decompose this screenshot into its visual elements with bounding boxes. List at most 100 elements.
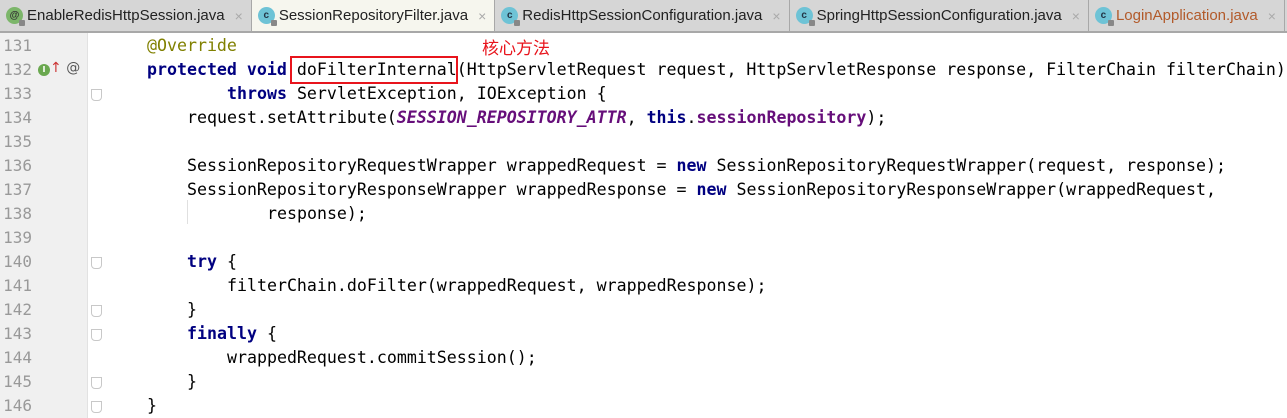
code-line: 144 wrappedRequest.commitSession();: [0, 346, 1287, 370]
code-token: try: [187, 252, 227, 271]
code-line: 134 request.setAttribute(SESSION_REPOSITO…: [0, 106, 1287, 130]
fold-marker-icon[interactable]: [91, 257, 102, 269]
tab-enableredishttpsession[interactable]: @ EnableRedisHttpSession.java ×: [0, 0, 252, 31]
line-number[interactable]: 136: [0, 154, 32, 178]
class-icon: c: [257, 7, 277, 26]
line-number[interactable]: 144: [0, 346, 32, 370]
code-token: }: [187, 372, 197, 391]
code-line: 145}: [0, 370, 1287, 394]
close-icon[interactable]: ×: [1072, 8, 1080, 24]
code-line: 135: [0, 130, 1287, 154]
annotation-icon: @: [6, 7, 25, 26]
line-number[interactable]: 142: [0, 298, 32, 322]
code-token: }: [187, 300, 197, 319]
code-token: sessionRepository: [696, 108, 867, 127]
code-text: throws ServletException, IOException {: [227, 82, 607, 106]
annotation-note: 核心方法: [482, 39, 550, 59]
code-token: wrappedRequest.commitSession();: [227, 348, 537, 367]
tab-label: EnableRedisHttpSession.java: [27, 7, 225, 24]
tab-label: LoginApplication.java: [1115, 7, 1258, 24]
close-icon[interactable]: ×: [772, 8, 780, 24]
code-text: }: [147, 394, 157, 418]
code-line: 142}: [0, 298, 1287, 322]
close-icon[interactable]: ×: [235, 8, 243, 24]
code-line: 136 SessionRepositoryRequestWrapper wrapp…: [0, 154, 1287, 178]
code-text: SessionRepositoryResponseWrapper wrapped…: [187, 178, 1216, 202]
code-text: finally {: [187, 322, 277, 346]
code-token: }: [147, 396, 157, 415]
code-token: new: [696, 180, 737, 199]
code-line: 131 @Override: [0, 34, 1287, 58]
code-line: 138 response);: [0, 202, 1287, 226]
line-number[interactable]: 145: [0, 370, 32, 394]
fold-marker-icon[interactable]: [91, 401, 102, 413]
class-icon: c: [501, 7, 521, 26]
line-number[interactable]: 137: [0, 178, 32, 202]
implements-icon[interactable]: I: [38, 64, 50, 76]
line-number[interactable]: 133: [0, 82, 32, 106]
code-token: finally: [187, 324, 267, 343]
tab-sessionrepositoryfilter[interactable]: c SessionRepositoryFilter.java ×: [251, 0, 496, 31]
code-line: 141 filterChain.doFilter(wrappedRequest, …: [0, 274, 1287, 298]
code-token: throws: [227, 84, 297, 103]
tab-label: SessionRepositoryFilter.java: [278, 7, 469, 24]
code-token: ServletException, IOException {: [296, 84, 607, 103]
line-number[interactable]: 143: [0, 322, 32, 346]
code-line: 143 finally {: [0, 322, 1287, 346]
line-number[interactable]: 135: [0, 130, 32, 154]
code-line: 140 try {: [0, 250, 1287, 274]
code-token: new: [676, 156, 717, 175]
close-icon[interactable]: ×: [1268, 8, 1276, 24]
code-token: {: [226, 252, 237, 271]
code-token: SessionRepositoryRequestWrapper(request,…: [716, 156, 1227, 175]
code-text: @Override: [147, 34, 237, 58]
code-token: ,: [626, 108, 647, 127]
tab-redishttpsessionconfiguration[interactable]: c RedisHttpSessionConfiguration.java ×: [495, 0, 790, 31]
code-text: }: [187, 370, 197, 394]
line-number[interactable]: 139: [0, 226, 32, 250]
code-text: }: [187, 298, 197, 322]
line-number[interactable]: 134: [0, 106, 32, 130]
code-token: SessionRepositoryResponseWrapper(wrapped…: [736, 180, 1217, 199]
line-number[interactable]: 141: [0, 274, 32, 298]
code-text: filterChain.doFilter(wrappedRequest, wra…: [227, 274, 766, 298]
close-icon[interactable]: ×: [478, 8, 486, 24]
code-text: try {: [187, 250, 237, 274]
line-number[interactable]: 140: [0, 250, 32, 274]
fold-marker-icon[interactable]: [91, 329, 102, 341]
gutter-markers: I ↑ @: [38, 60, 80, 76]
code-token: this: [646, 108, 687, 127]
line-number[interactable]: 146: [0, 394, 32, 418]
annotation-icon: @: [66, 60, 81, 76]
code-token: @Override: [147, 36, 237, 55]
line-number[interactable]: 131: [0, 34, 32, 58]
code-line: 132 protected void doFilterInternal(HttpS…: [0, 58, 1287, 82]
code-token: protected void: [147, 60, 297, 79]
editor-tabs: @ EnableRedisHttpSession.java × c SessionRep…: [0, 0, 1287, 33]
line-number[interactable]: 132: [0, 58, 32, 82]
code-token: SessionRepositoryRequestWrapper wrappedR…: [187, 156, 677, 175]
code-text: SessionRepositoryRequestWrapper wrappedR…: [187, 154, 1226, 178]
code-line: 139: [0, 226, 1287, 250]
tab-loginapplication[interactable]: c LoginApplication.java ×: [1089, 0, 1285, 31]
fold-marker-icon[interactable]: [91, 377, 102, 389]
code-token: response);: [267, 204, 367, 223]
code-line: 133 throws ServletException, IOException …: [0, 82, 1287, 106]
indent-guide: [187, 200, 188, 224]
tab-label: RedisHttpSessionConfiguration.java: [522, 7, 763, 24]
code-token: .: [686, 108, 697, 127]
override-arrow-icon[interactable]: ↑: [50, 60, 62, 76]
code-token: );: [866, 108, 887, 127]
code-text: request.setAttribute(SESSION_REPOSITORY_…: [187, 106, 886, 130]
code-token: SessionRepositoryResponseWrapper wrapped…: [187, 180, 697, 199]
fold-marker-icon[interactable]: [91, 305, 102, 317]
tab-label: SpringHttpSessionConfiguration.java: [816, 7, 1062, 24]
code-text: wrappedRequest.commitSession();: [227, 346, 537, 370]
fold-marker-icon[interactable]: [91, 89, 102, 101]
highlight-box: [290, 56, 458, 84]
code-text: response);: [267, 202, 367, 226]
code-line: 146}: [0, 394, 1287, 418]
code-token: {: [266, 324, 277, 343]
tab-springhttpsessionconfiguration[interactable]: c SpringHttpSessionConfiguration.java ×: [790, 0, 1089, 31]
line-number[interactable]: 138: [0, 202, 32, 226]
